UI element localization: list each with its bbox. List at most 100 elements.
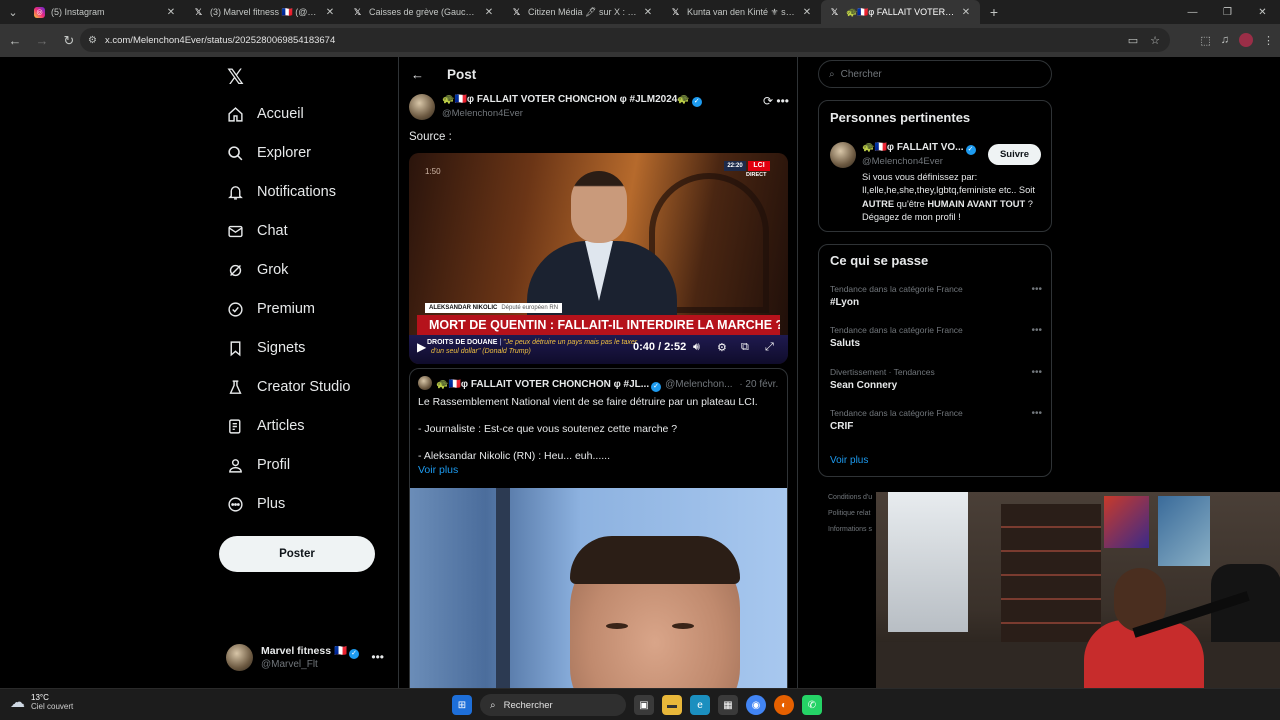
fullscreen-icon[interactable]: ⤢ (765, 341, 774, 354)
author-handle[interactable]: @Melenchon4Ever (442, 108, 523, 119)
trend-name: Sean Connery (830, 380, 898, 391)
video-player[interactable]: 1:50 22:20 LCI DIRECT ALEKSANDAR NIKOLIC… (409, 153, 788, 364)
video-timer-overlay: 1:50 (425, 167, 441, 176)
close-tab-icon[interactable]: ✕ (483, 7, 495, 18)
quoted-post-image[interactable] (410, 488, 787, 692)
footer-link[interactable]: Politique relat (828, 506, 872, 522)
volume-icon[interactable]: 🔊︎ (693, 341, 700, 354)
account-switcher[interactable]: Marvel fitness 🇫🇷 ✓ @Marvel_Flt ••• (226, 642, 396, 672)
trend-name: CRIF (830, 421, 854, 432)
trend-item[interactable]: Tendance dans la catégorie France Saluts… (830, 325, 1042, 349)
close-tab-icon[interactable]: ✕ (324, 7, 336, 18)
taskbar-search[interactable]: ⌕ Rechercher (480, 694, 626, 716)
browser-tab[interactable]: ◎ (5) Instagram ✕ (26, 0, 185, 24)
sidebar-item-plus[interactable]: Plus (226, 489, 285, 519)
back-icon[interactable]: ← (3, 29, 27, 53)
ticker-line: DROITS DE DOUANE | "Je peux détruire un … (427, 339, 638, 346)
weather-widget[interactable]: ☁ 13°C Ciel couvert (10, 693, 73, 711)
sidebar-item-profil[interactable]: Profil (226, 450, 290, 480)
related-name[interactable]: 🐢🇫🇷φ FALLAIT VO... (862, 142, 964, 153)
firefox-icon[interactable]: ◐ (774, 695, 794, 715)
tab-search-chevron-icon[interactable]: ⌄ (0, 0, 26, 24)
follow-button[interactable]: Suivre (988, 144, 1041, 165)
post-button[interactable]: Poster (219, 536, 375, 572)
sidebar-item-premium[interactable]: Premium (226, 294, 315, 324)
edge-icon[interactable]: e (690, 695, 710, 715)
more-horizontal-icon[interactable]: ••• (1031, 367, 1042, 378)
media-controls-icon[interactable]: ♫ (1221, 34, 1229, 46)
more-horizontal-icon[interactable]: ••• (1031, 408, 1042, 419)
forward-icon[interactable]: → (30, 29, 54, 53)
live-label: DIRECT (746, 172, 767, 178)
bio-text: qu'être (894, 198, 928, 209)
close-tab-icon[interactable]: ✕ (801, 7, 813, 18)
chrome-icon[interactable]: ◉ (746, 695, 766, 715)
browser-tab[interactable]: 𝕏 Citizen Média 🖋 sur X : "🇫🇷 🇮 ✕ (503, 0, 662, 24)
browser-menu-icon[interactable]: ⋮ (1263, 34, 1274, 47)
browser-tab-active[interactable]: 𝕏 🐢🇫🇷φ FALLAIT VOTER CHONCHON ✕ (821, 0, 980, 24)
trend-item[interactable]: Tendance dans la catégorie France CRIF •… (830, 408, 1042, 432)
close-tab-icon[interactable]: ✕ (642, 7, 654, 18)
bell-icon (226, 183, 244, 201)
extensions-icon[interactable]: ⬚ (1200, 34, 1210, 47)
cloud-icon: ☁ (10, 694, 25, 711)
maximize-icon[interactable]: ❐ (1210, 0, 1245, 24)
sidebar-item-creator-studio[interactable]: Creator Studio (226, 372, 351, 402)
trend-item[interactable]: Divertissement · Tendances Sean Connery … (830, 367, 1042, 391)
site-info-icon[interactable]: ⚙ (88, 35, 97, 46)
sidebar-item-grok[interactable]: Grok (226, 255, 288, 285)
show-more-link[interactable]: Voir plus (418, 464, 458, 476)
new-tab-icon[interactable]: + (982, 4, 1006, 20)
author-name[interactable]: 🐢🇫🇷φ FALLAIT VOTER CHONCHON φ #JLM2024🐢 (442, 94, 690, 105)
browser-tab[interactable]: 𝕏 (3) Marvel fitness 🇫🇷 (@Marvel_Flt) / … (185, 0, 344, 24)
settings-gear-icon[interactable]: ⚙ (717, 341, 727, 354)
cast-icon[interactable]: ▭ (1128, 34, 1138, 47)
trends-title: Ce qui se passe (830, 253, 929, 268)
browser-tab[interactable]: 𝕏 Caisses de grève (Gauche Gaza) ✕ (344, 0, 503, 24)
sidebar-item-notifications[interactable]: Notifications (226, 177, 336, 207)
x-logo-icon[interactable]: 𝕏 (227, 65, 244, 90)
more-horizontal-icon[interactable]: ••• (1031, 325, 1042, 336)
windows-start-icon[interactable]: ⊞ (452, 695, 472, 715)
back-arrow-icon[interactable]: ← (411, 67, 431, 82)
more-horizontal-icon[interactable]: ••• (1031, 284, 1042, 295)
browser-tab[interactable]: 𝕏 Kunta van den Kinté ⚜ sur X : " ✕ (662, 0, 821, 24)
bookmark-star-icon[interactable]: ☆ (1150, 34, 1160, 47)
temperature: 13°C (31, 693, 49, 702)
more-horizontal-icon[interactable]: ••• (776, 94, 789, 108)
grok-icon (226, 261, 244, 279)
file-explorer-icon[interactable]: ▬ (662, 695, 682, 715)
play-icon[interactable]: ▶ (417, 340, 426, 354)
sidebar-item-accueil[interactable]: Accueil (226, 99, 304, 129)
store-icon[interactable]: ▦ (718, 695, 738, 715)
quoted-post[interactable]: 🐢🇫🇷φ FALLAIT VOTER CHONCHON φ #JL... ✓ @Me… (409, 368, 788, 692)
task-view-icon[interactable]: ▣ (634, 695, 654, 715)
picture-in-picture-icon[interactable]: ⧉ (741, 341, 749, 354)
close-tab-icon[interactable]: ✕ (960, 7, 972, 18)
sidebar-item-signets[interactable]: Signets (226, 333, 305, 363)
more-horizontal-icon[interactable]: ••• (371, 650, 384, 664)
minimize-icon[interactable]: — (1175, 0, 1210, 24)
sidebar-item-chat[interactable]: Chat (226, 216, 288, 246)
footer-link[interactable]: Informations s (828, 522, 872, 538)
show-more-link[interactable]: Voir plus (830, 455, 868, 466)
footer-link[interactable]: Conditions d'u (828, 490, 872, 506)
sidebar-item-explorer[interactable]: Explorer (226, 138, 311, 168)
quoted-post-text: - Aleksandar Nikolic (RN) : Heu... euh..… (418, 450, 610, 462)
avatar[interactable] (409, 94, 435, 120)
avatar[interactable] (830, 142, 856, 168)
reload-icon[interactable]: ↻ (57, 29, 81, 53)
trend-meta: Tendance dans la catégorie France (830, 284, 963, 294)
taskbar-search-label: Rechercher (503, 699, 553, 711)
close-tab-icon[interactable]: ✕ (165, 7, 177, 18)
post-text: Source : (409, 131, 452, 143)
grok-explain-icon[interactable]: ⟳ (763, 94, 773, 108)
trend-item[interactable]: Tendance dans la catégorie France #Lyon … (830, 284, 1042, 308)
close-window-icon[interactable]: ✕ (1245, 0, 1280, 24)
sidebar-item-articles[interactable]: Articles (226, 411, 305, 441)
profile-avatar-icon[interactable] (1239, 33, 1253, 47)
whatsapp-icon[interactable]: ✆ (802, 695, 822, 715)
address-bar[interactable]: ⚙ x.com/Melenchon4Ever/status/2025280069… (80, 28, 1170, 52)
related-handle[interactable]: @Melenchon4Ever (862, 156, 943, 167)
search-input[interactable]: ⌕ Chercher (818, 60, 1052, 88)
